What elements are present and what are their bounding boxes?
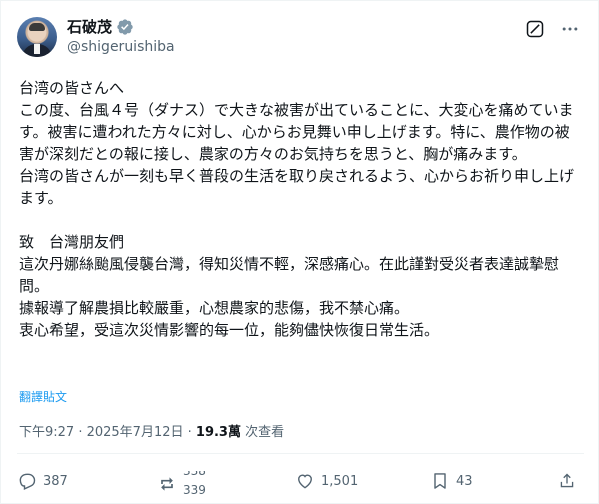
post-text: 台湾の皆さんへ この度、台風４号（ダナス）で大きな被害が出ていることに、大変心を…	[19, 77, 584, 341]
views-count: 19.3萬	[195, 425, 241, 440]
post-paragraph: 據報導了解農損比較嚴重，心想農家的悲傷，我不禁心痛。	[19, 299, 410, 317]
action-bar: 387 338 339 1,501 43	[17, 467, 584, 503]
reply-count: 387	[43, 473, 68, 489]
post-paragraph: 衷心希望，受這次災情影響的每一位，能夠儘快恢復日常生活。	[19, 321, 440, 339]
repost-count: 339	[183, 483, 206, 497]
author-name-row[interactable]: 石破茂	[67, 17, 134, 37]
repost-button[interactable]: 338 339	[157, 471, 213, 497]
post-paragraph: 台湾の皆さんが一刻も早く普段の生活を取り戻されるよう、心からお祈り申し上げます。	[19, 167, 575, 207]
grok-icon[interactable]	[525, 19, 545, 39]
avatar[interactable]	[17, 17, 57, 57]
divider	[17, 453, 584, 454]
post-header: 石破茂 @shigeruishiba	[17, 13, 584, 61]
bookmark-icon	[434, 473, 446, 489]
bookmark-count: 43	[456, 473, 473, 489]
heart-icon	[298, 474, 312, 489]
repost-count-previous: 338	[183, 471, 206, 478]
like-count: 1,501	[321, 473, 359, 489]
reply-button[interactable]: 387	[17, 471, 68, 491]
post-paragraph: 台湾の皆さんへ	[19, 79, 125, 97]
translate-post-link[interactable]: 翻譯貼文	[19, 389, 67, 405]
post-paragraph: 致 台灣朋友們	[19, 233, 125, 251]
meta-separator: ·	[183, 425, 196, 440]
post-timestamp[interactable]: 下午9:27 · 2025年7月12日	[19, 425, 184, 440]
more-options-icon[interactable]	[559, 19, 581, 39]
like-button[interactable]: 1,501	[295, 471, 358, 491]
post-card: 石破茂 @shigeruishiba 台湾の皆さんへ この度、台風４号（ダナス）…	[0, 0, 599, 504]
post-meta: 下午9:27 · 2025年7月12日 · 19.3萬 次查看	[19, 424, 284, 442]
post-paragraph: 這次丹娜絲颱風侵襲台灣，得知災情不輕，深感痛心。在此謹對受災者表達誠摯慰問。	[19, 255, 560, 295]
author-handle[interactable]: @shigeruishiba	[67, 38, 175, 56]
repost-count-animated: 338 339	[183, 471, 213, 497]
repost-icon	[161, 477, 173, 491]
post-paragraph-blank	[19, 209, 584, 231]
reply-icon	[19, 473, 36, 491]
post-paragraph: この度、台風４号（ダナス）で大きな被害が出ていることに、大変心を痛めています。被…	[19, 101, 574, 163]
views-label: 次查看	[245, 425, 285, 440]
verified-badge-icon	[117, 19, 133, 35]
author-display-name[interactable]: 石破茂	[67, 17, 112, 37]
share-button[interactable]	[557, 471, 577, 491]
bookmark-button[interactable]: 43	[430, 471, 473, 491]
share-icon	[560, 473, 574, 488]
